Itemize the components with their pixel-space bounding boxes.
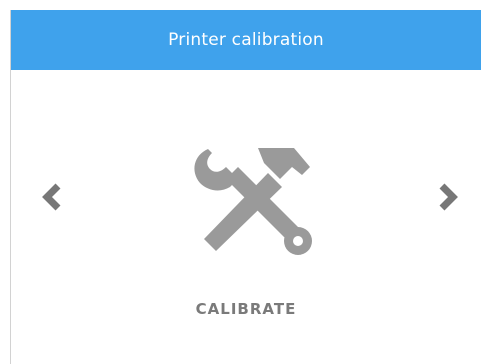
prev-button[interactable] bbox=[39, 180, 65, 214]
chevron-right-icon bbox=[439, 183, 458, 211]
calibrate-button[interactable]: CALIBRATE bbox=[11, 300, 481, 318]
page-title: Printer calibration bbox=[168, 30, 324, 50]
next-button[interactable] bbox=[435, 180, 461, 214]
header-bar: Printer calibration bbox=[11, 10, 481, 70]
wrench-hammer-icon[interactable] bbox=[186, 145, 316, 260]
calibration-panel: Printer calibration CALIBRATE bbox=[10, 10, 481, 364]
chevron-left-icon bbox=[42, 183, 61, 211]
